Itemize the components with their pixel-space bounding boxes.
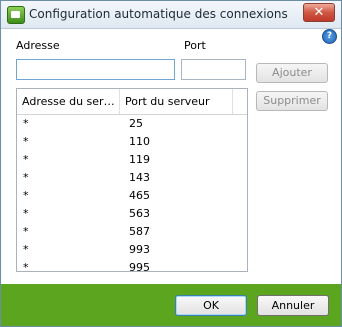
port-label: Port: [184, 39, 206, 52]
column-header-port-label: Port du serveur: [125, 95, 210, 108]
row-port: 25: [129, 117, 143, 130]
list-item[interactable]: * 563: [17, 205, 247, 223]
row-port: 995: [129, 261, 150, 272]
app-icon: [7, 6, 25, 24]
row-address: *: [23, 207, 29, 220]
list-item[interactable]: * 143: [17, 169, 247, 187]
row-address: *: [23, 261, 29, 272]
title-bar[interactable]: Configuration automatique des connexions…: [1, 1, 341, 29]
row-port: 110: [129, 135, 150, 148]
dialog-window: Configuration automatique des connexions…: [0, 0, 342, 327]
close-button[interactable]: ✕: [303, 3, 335, 22]
row-port: 143: [129, 171, 150, 184]
list-item[interactable]: * 995: [17, 259, 247, 272]
list-item[interactable]: * 465: [17, 187, 247, 205]
dialog-footer: OK Annuler: [1, 284, 341, 326]
row-address: *: [23, 117, 29, 130]
port-input[interactable]: [181, 59, 246, 80]
address-input[interactable]: [16, 59, 175, 80]
list-header: Adresse du serveur Port du serveur: [17, 89, 247, 115]
list-item[interactable]: * 587: [17, 223, 247, 241]
row-address: *: [23, 189, 29, 202]
window-title: Configuration automatique des connexions: [29, 7, 288, 21]
row-address: *: [23, 225, 29, 238]
address-label: Adresse: [16, 39, 60, 52]
row-port: 119: [129, 153, 150, 166]
row-address: *: [23, 135, 29, 148]
list-item[interactable]: * 110: [17, 133, 247, 151]
cancel-button[interactable]: Annuler: [257, 295, 329, 316]
row-port: 465: [129, 189, 150, 202]
close-icon: ✕: [313, 5, 325, 20]
list-item[interactable]: * 25: [17, 115, 247, 133]
row-address: *: [23, 171, 29, 184]
ok-button[interactable]: OK: [175, 295, 247, 316]
column-header-address[interactable]: Adresse du serveur: [17, 89, 120, 114]
add-button[interactable]: Ajouter: [256, 63, 328, 83]
list-item[interactable]: * 993: [17, 241, 247, 259]
remove-button[interactable]: Supprimer: [256, 91, 328, 111]
row-address: *: [23, 153, 29, 166]
server-list[interactable]: Adresse du serveur Port du serveur * 25 *…: [16, 88, 248, 272]
list-rows: * 25 * 110 * 119 * 143 * 465 * 563 * 587 * 993 *…: [17, 115, 247, 272]
column-header-address-label: Adresse du serveur: [22, 95, 120, 108]
help-icon[interactable]: ?: [322, 29, 337, 44]
list-item[interactable]: * 119: [17, 151, 247, 169]
row-port: 587: [129, 225, 150, 238]
row-address: *: [23, 243, 29, 256]
row-port: 563: [129, 207, 150, 220]
row-port: 993: [129, 243, 150, 256]
column-header-port[interactable]: Port du serveur: [120, 89, 233, 114]
